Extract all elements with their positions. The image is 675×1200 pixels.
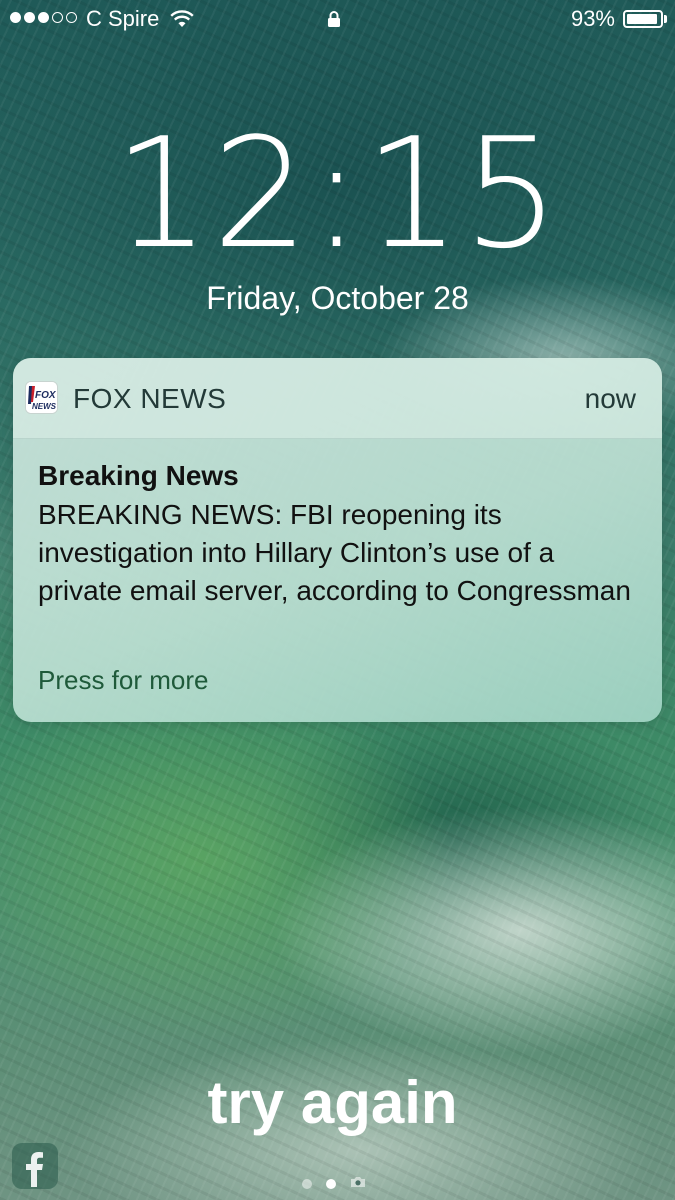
svg-text:NEWS: NEWS xyxy=(32,402,57,411)
status-bar: C Spire 93% xyxy=(0,0,675,40)
battery-percent: 93% xyxy=(570,6,615,31)
signal-dot xyxy=(10,12,21,23)
page-dot-active xyxy=(326,1179,336,1189)
lock-screen-date: Friday, October 28 xyxy=(206,280,469,316)
signal-dot xyxy=(24,12,35,23)
svg-text:FOX: FOX xyxy=(35,390,57,401)
signal-dot xyxy=(38,12,49,23)
notification-time: now xyxy=(584,383,636,414)
lock-screen-time: 12:15 xyxy=(113,105,562,282)
notification-body: Breaking News BREAKING NEWS: FBI reopeni… xyxy=(38,458,638,610)
camera-icon xyxy=(350,1175,366,1193)
signal-dot xyxy=(52,12,63,23)
press-for-more-action[interactable]: Press for more xyxy=(38,665,209,696)
page-indicator[interactable] xyxy=(302,1175,366,1193)
lock-icon xyxy=(327,8,341,34)
page-dot xyxy=(302,1179,312,1189)
notification-title: Breaking News xyxy=(38,460,239,491)
notification-message: BREAKING NEWS: FBI reopening its investi… xyxy=(38,499,631,606)
battery-cap xyxy=(664,15,667,23)
signal-dot xyxy=(66,12,77,23)
notification-card[interactable]: FOX NEWS FOX NEWS now Breaking News BREA… xyxy=(13,358,662,722)
facebook-icon[interactable] xyxy=(12,1143,58,1189)
battery-level xyxy=(627,14,657,24)
overlay-caption: try again xyxy=(207,1069,458,1136)
battery-icon xyxy=(623,10,663,28)
wifi-icon xyxy=(170,8,194,34)
fox-news-app-icon: FOX NEWS xyxy=(25,381,58,414)
notification-header: FOX NEWS FOX NEWS now xyxy=(13,358,662,439)
notification-app-name: FOX NEWS xyxy=(73,383,227,414)
carrier-name: C Spire xyxy=(86,6,160,31)
signal-strength xyxy=(10,12,77,23)
